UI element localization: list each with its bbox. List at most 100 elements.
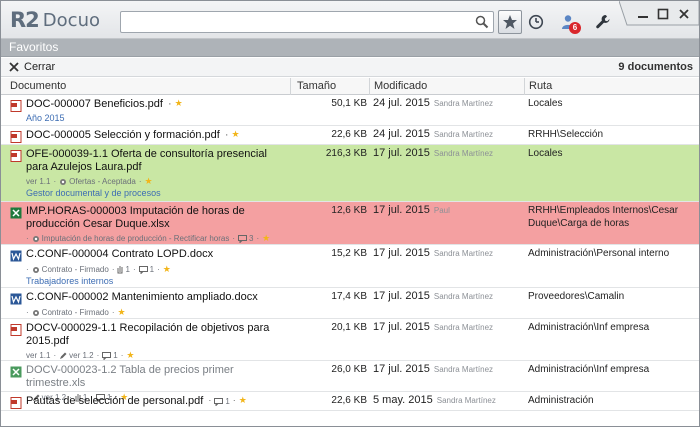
favorite-star-icon[interactable]: ★ bbox=[117, 307, 125, 318]
document-title[interactable]: OFE-000039-1.1 Oferta de consultoría pre… bbox=[26, 148, 281, 174]
route-cell: Administración\Personal interno bbox=[528, 248, 670, 259]
document-category[interactable]: Trabajadores internos bbox=[26, 276, 290, 286]
meta-separator: · bbox=[232, 234, 235, 243]
table-row[interactable]: DOCV-000023-1.2 Tabla de precios primer … bbox=[1, 361, 699, 402]
pencil-icon bbox=[60, 352, 67, 359]
meta-separator: · bbox=[138, 177, 142, 186]
table-row[interactable]: DOC-000007 Beneficios.pdf · ★ Año 2015 5… bbox=[1, 95, 699, 126]
comment-count[interactable]: 1 bbox=[225, 397, 229, 406]
document-title[interactable]: DOC-000007 Beneficios.pdf bbox=[26, 98, 163, 111]
attachment-count[interactable]: 1 bbox=[125, 265, 129, 274]
version-label: ver 1.1 bbox=[26, 351, 51, 360]
size-cell: 20,1 KB bbox=[331, 322, 367, 333]
document-title[interactable]: DOCV-000023-1.2 Tabla de precios primer … bbox=[26, 364, 290, 390]
size-cell: 216,3 KB bbox=[325, 148, 367, 159]
workflow-state[interactable]: Contrato - Firmado bbox=[42, 308, 109, 317]
minimize-button[interactable] bbox=[634, 5, 652, 23]
column-header-route[interactable]: Ruta bbox=[529, 80, 552, 92]
table-row[interactable]: IMP.HORAS-000003 Imputación de horas de … bbox=[1, 202, 699, 245]
column-header-modified[interactable]: Modificado bbox=[374, 80, 427, 92]
excel-file-icon bbox=[10, 207, 22, 219]
search-input[interactable] bbox=[125, 14, 465, 30]
version-label: ver 1.1 bbox=[26, 177, 51, 186]
table-row[interactable]: C.CONF-000004 Contrato LOPD.docx · Contr… bbox=[1, 245, 699, 288]
table-row[interactable]: OFE-000039-1.1 Oferta de consultoría pre… bbox=[1, 145, 699, 202]
workflow-state[interactable]: Imputación de horas de producción - Rect… bbox=[42, 234, 230, 243]
workflow-state[interactable]: Ofertas - Aceptada bbox=[69, 177, 136, 186]
app-logo: R2 Docuo bbox=[10, 8, 100, 32]
document-meta: · Contrato - Firmado · 1 · 1 · ★ bbox=[26, 264, 290, 275]
wrench-icon bbox=[596, 15, 610, 29]
route-cell: Administración\Inf empresa bbox=[528, 364, 650, 375]
workflow-state[interactable]: Contrato - Firmado bbox=[42, 265, 109, 274]
document-title[interactable]: C.CONF-000002 Mantenimiento ampliado.doc… bbox=[26, 291, 258, 304]
modified-date: 17 jul. 2015 bbox=[373, 147, 430, 159]
comment-icon bbox=[102, 351, 112, 360]
logo-text: Docuo bbox=[42, 9, 100, 31]
meta-separator: · bbox=[26, 308, 29, 317]
document-cell: DOC-000005 Selección y formación.pdf · ★ bbox=[10, 129, 290, 143]
favorites-button[interactable] bbox=[498, 10, 522, 34]
favorite-star-icon[interactable]: ★ bbox=[126, 350, 134, 361]
user-notifications-button[interactable]: 6 bbox=[557, 10, 581, 34]
history-button[interactable] bbox=[524, 10, 548, 34]
edit-version[interactable]: ver 1.2 bbox=[69, 351, 93, 360]
maximize-button[interactable] bbox=[654, 5, 672, 23]
document-meta: ver 1.1 · ver 1.2 · 1 · ★ bbox=[26, 350, 290, 361]
document-meta: · Imputación de horas de producción - Re… bbox=[26, 233, 290, 244]
comment-count[interactable]: 3 bbox=[249, 234, 253, 243]
modified-date: 5 may. 2015 bbox=[373, 394, 433, 406]
document-cell: C.CONF-000002 Mantenimiento ampliado.doc… bbox=[10, 291, 290, 318]
close-window-button[interactable] bbox=[675, 5, 693, 23]
document-title[interactable]: IMP.HORAS-000003 Imputación de horas de … bbox=[26, 205, 281, 231]
favorite-star-icon[interactable]: ★ bbox=[175, 98, 183, 109]
modified-user: Sandra Martínez bbox=[433, 292, 494, 301]
document-title[interactable]: DOC-000005 Selección y formación.pdf bbox=[26, 129, 220, 142]
column-header-document[interactable]: Documento bbox=[10, 80, 66, 92]
word-file-icon bbox=[10, 250, 22, 262]
favorite-star-icon[interactable]: ★ bbox=[163, 264, 171, 275]
route-cell: Administración\Inf empresa bbox=[528, 322, 650, 333]
favorite-star-icon[interactable]: ★ bbox=[145, 176, 153, 187]
document-title[interactable]: DOCV-000029-1.1 Recopilación de objetivo… bbox=[26, 322, 271, 348]
document-title[interactable]: C.CONF-000004 Contrato LOPD.docx bbox=[26, 248, 213, 261]
search-icon[interactable] bbox=[475, 15, 489, 29]
modified-date: 24 jul. 2015 bbox=[373, 128, 430, 140]
favorite-star-icon[interactable]: ★ bbox=[262, 233, 270, 244]
table-row[interactable]: Pautas de selección de personal.pdf · 1 … bbox=[1, 392, 699, 411]
meta-separator: · bbox=[208, 395, 212, 405]
column-header-size[interactable]: Tamaño bbox=[297, 80, 336, 92]
document-category[interactable]: Año 2015 bbox=[26, 113, 290, 123]
favorite-star-icon[interactable]: ★ bbox=[232, 129, 240, 140]
size-cell: 15,2 KB bbox=[331, 248, 367, 259]
table-row[interactable]: C.CONF-000002 Mantenimiento ampliado.doc… bbox=[1, 288, 699, 319]
table-row[interactable]: DOC-000005 Selección y formación.pdf · ★… bbox=[1, 126, 699, 145]
modified-date: 17 jul. 2015 bbox=[373, 204, 430, 216]
favorite-star-icon[interactable]: ★ bbox=[239, 395, 247, 406]
comment-count[interactable]: 1 bbox=[150, 265, 154, 274]
modified-user: Sandra Martínez bbox=[433, 323, 494, 332]
search-box[interactable] bbox=[120, 11, 494, 33]
document-category[interactable]: Gestor documental y de procesos bbox=[26, 188, 290, 198]
paperclip-icon bbox=[117, 266, 123, 274]
column-divider[interactable] bbox=[524, 78, 525, 95]
comment-count[interactable]: 1 bbox=[113, 351, 117, 360]
modified-cell: 24 jul. 2015 Sandra Martínez bbox=[373, 128, 493, 140]
document-cell: OFE-000039-1.1 Oferta de consultoría pre… bbox=[10, 148, 290, 198]
column-divider[interactable] bbox=[369, 78, 370, 95]
comment-icon bbox=[238, 234, 247, 243]
modified-cell: 17 jul. 2015 Sandra Martínez bbox=[373, 290, 493, 302]
modified-date: 17 jul. 2015 bbox=[373, 321, 430, 333]
document-meta: ver 1.1 · Ofertas - Aceptada · ★ bbox=[26, 176, 290, 187]
document-cell: DOC-000007 Beneficios.pdf · ★ Año 2015 bbox=[10, 98, 290, 123]
notification-badge: 6 bbox=[569, 22, 581, 34]
settings-button[interactable] bbox=[591, 10, 615, 34]
document-title[interactable]: Pautas de selección de personal.pdf bbox=[26, 395, 203, 408]
document-cell: DOCV-000029-1.1 Recopilación de objetivo… bbox=[10, 322, 290, 361]
column-divider[interactable] bbox=[290, 78, 291, 95]
meta-separator: · bbox=[111, 308, 115, 317]
app-window: R2 Docuo 6 Favoritos Cerrar 9 documentos… bbox=[0, 0, 700, 427]
word-file-icon bbox=[10, 293, 22, 305]
close-favorites-button[interactable]: Cerrar bbox=[9, 61, 55, 73]
table-row[interactable]: DOCV-000029-1.1 Recopilación de objetivo… bbox=[1, 319, 699, 361]
